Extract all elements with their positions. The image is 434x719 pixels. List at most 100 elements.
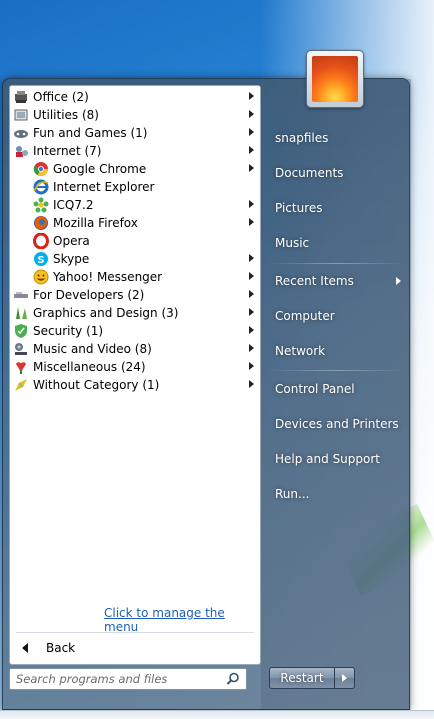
restart-button[interactable]: Restart — [269, 667, 335, 689]
program-item[interactable]: Office (2) — [10, 88, 260, 106]
program-label: Opera — [53, 234, 90, 248]
program-item[interactable]: Security (1) — [10, 322, 260, 340]
program-label: ICQ7.2 — [53, 198, 94, 212]
music-icon — [13, 341, 29, 357]
computer-link[interactable]: Computer — [269, 304, 409, 328]
chevron-right-icon — [249, 200, 254, 208]
program-label: Graphics and Design (3) — [33, 306, 179, 320]
chevron-right-icon — [396, 277, 401, 285]
ie-icon — [33, 179, 49, 195]
devices-printers-link[interactable]: Devices and Printers — [269, 412, 409, 436]
program-item[interactable]: Google Chrome — [10, 160, 260, 178]
back-button[interactable]: Back — [16, 638, 254, 658]
documents-label: Documents — [275, 166, 344, 180]
program-label: Internet (7) — [33, 144, 102, 158]
user-folder-label: snapfiles — [275, 131, 329, 145]
chevron-right-icon — [249, 308, 254, 316]
run-link[interactable]: Run... — [269, 482, 409, 506]
divider — [16, 632, 254, 633]
program-item[interactable]: Yahoo! Messenger — [10, 268, 260, 286]
program-item[interactable]: Miscellaneous (24) — [10, 358, 260, 376]
chevron-right-icon — [249, 380, 254, 388]
program-label: Music and Video (8) — [33, 342, 152, 356]
chevron-right-icon — [249, 290, 254, 298]
program-label: Miscellaneous (24) — [33, 360, 146, 374]
music-label: Music — [275, 236, 310, 250]
uncategorized-icon — [13, 377, 29, 393]
chevron-right-icon — [249, 110, 254, 118]
opera-icon — [33, 233, 49, 249]
music-link[interactable]: Music — [269, 231, 409, 255]
search-icon[interactable] — [226, 672, 240, 686]
help-support-link[interactable]: Help and Support — [269, 447, 409, 471]
devices-printers-label: Devices and Printers — [275, 417, 399, 431]
documents-link[interactable]: Documents — [269, 161, 409, 185]
program-item[interactable]: S Skype — [10, 250, 260, 268]
user-folder-snapfiles[interactable]: snapfiles — [269, 126, 409, 150]
control-panel-label: Control Panel — [275, 382, 355, 396]
skype-icon: S — [33, 251, 49, 267]
network-link[interactable]: Network — [269, 339, 409, 363]
programs-pane: Office (2) Utilities (8) Fun and Games (1)… — [9, 85, 261, 665]
chrome-icon — [33, 161, 49, 177]
chevron-right-icon — [249, 218, 254, 226]
graphics-icon — [13, 305, 29, 321]
svg-text:S: S — [37, 255, 44, 266]
program-item[interactable]: Internet (7) — [10, 142, 260, 160]
program-item[interactable]: Utilities (8) — [10, 106, 260, 124]
network-label: Network — [275, 344, 326, 358]
program-item[interactable]: Opera — [10, 232, 260, 250]
internet-icon — [13, 143, 29, 159]
program-item[interactable]: Graphics and Design (3) — [10, 304, 260, 322]
firefox-icon — [33, 215, 49, 231]
chevron-right-icon — [249, 164, 254, 172]
program-label: Yahoo! Messenger — [53, 270, 163, 284]
program-label: Without Category (1) — [33, 378, 160, 392]
chevron-right-icon — [249, 254, 254, 262]
help-support-label: Help and Support — [275, 452, 380, 466]
program-item[interactable]: Music and Video (8) — [10, 340, 260, 358]
taskbar-edge — [0, 710, 434, 719]
separator — [269, 370, 405, 371]
search-box[interactable] — [9, 668, 247, 690]
program-item[interactable]: Without Category (1) — [10, 376, 260, 394]
program-label: Office (2) — [33, 90, 89, 104]
program-label: For Developers (2) — [33, 288, 145, 302]
office-icon — [13, 89, 29, 105]
icq-icon — [33, 197, 49, 213]
program-label: Security (1) — [33, 324, 104, 338]
manage-menu-link[interactable]: Click to manage the menu — [104, 606, 260, 634]
program-item[interactable]: Internet Explorer — [10, 178, 260, 196]
user-picture[interactable] — [306, 50, 364, 108]
program-item[interactable]: For Developers (2) — [10, 286, 260, 304]
program-label: Fun and Games (1) — [33, 126, 148, 140]
misc-icon — [13, 359, 29, 375]
power-button-group: Restart — [269, 667, 357, 691]
program-label: Mozilla Firefox — [53, 216, 138, 230]
start-menu: Office (2) Utilities (8) Fun and Games (1)… — [2, 78, 411, 711]
program-label: Utilities (8) — [33, 108, 99, 122]
program-label: Internet Explorer — [53, 180, 155, 194]
utilities-icon — [13, 107, 29, 123]
back-label: Back — [46, 641, 76, 655]
recent-items-link[interactable]: Recent Items — [269, 269, 409, 293]
program-item[interactable]: Mozilla Firefox — [10, 214, 260, 232]
flower-photo — [312, 56, 358, 102]
program-item[interactable]: Fun and Games (1) — [10, 124, 260, 142]
pictures-link[interactable]: Pictures — [269, 196, 409, 220]
program-label: Google Chrome — [53, 162, 147, 176]
security-icon — [13, 323, 29, 339]
separator — [269, 263, 405, 264]
chevron-right-icon — [249, 92, 254, 100]
chevron-right-icon — [249, 128, 254, 136]
pictures-label: Pictures — [275, 201, 323, 215]
chevron-right-icon — [342, 674, 347, 682]
recent-items-label: Recent Items — [275, 274, 354, 288]
run-label: Run... — [275, 487, 310, 501]
power-options-button[interactable] — [335, 667, 355, 689]
program-item[interactable]: ICQ7.2 — [10, 196, 260, 214]
control-panel-link[interactable]: Control Panel — [269, 377, 409, 401]
search-input[interactable] — [10, 672, 215, 686]
games-icon — [13, 125, 29, 141]
chevron-right-icon — [249, 146, 254, 154]
